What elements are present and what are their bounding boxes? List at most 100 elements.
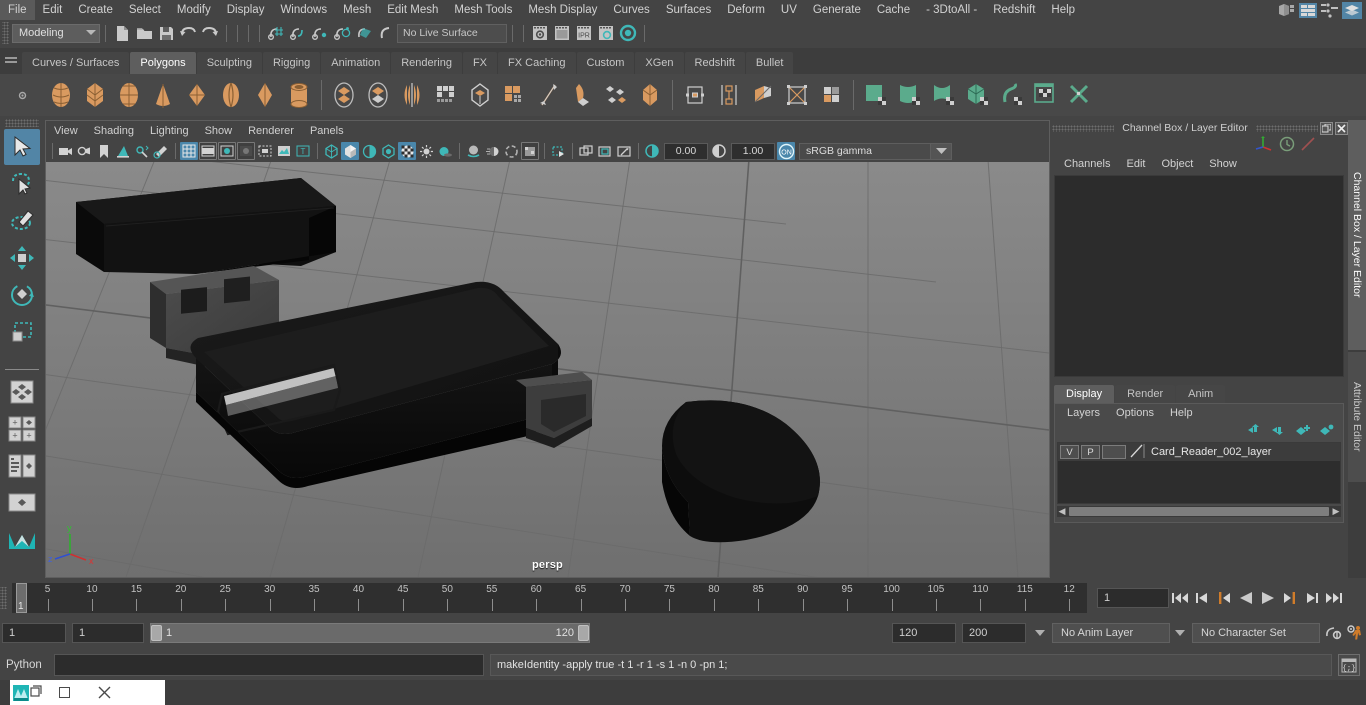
shelf-tab-fx[interactable]: FX [462, 52, 498, 74]
save-scene-icon[interactable] [155, 22, 177, 44]
shelf-tab-polygons[interactable]: Polygons [130, 52, 196, 74]
menu-redshift[interactable]: Redshift [985, 0, 1043, 20]
menu-deform[interactable]: Deform [719, 0, 773, 20]
anim-layer-selector[interactable]: No Anim Layer [1052, 623, 1170, 643]
uv-camera-icon[interactable] [995, 78, 1029, 112]
open-scene-icon[interactable] [133, 22, 155, 44]
color-management-toggle-icon[interactable]: ON [777, 142, 795, 160]
script-editor-icon[interactable]: {;} [1338, 654, 1360, 676]
menu-windows[interactable]: Windows [272, 0, 335, 20]
hypershade-icon[interactable] [1276, 1, 1296, 20]
lighting-icon[interactable] [417, 142, 435, 160]
move-layer-up-icon[interactable] [1247, 423, 1263, 439]
step-back-keyframe-icon[interactable] [1191, 587, 1213, 609]
step-forward-frame-icon[interactable] [1279, 587, 1301, 609]
undock-icon[interactable] [1320, 121, 1333, 135]
redshift-render-icon[interactable] [595, 22, 617, 44]
field-chart-icon[interactable]: T [294, 142, 312, 160]
tab-anim[interactable]: Anim [1176, 385, 1226, 403]
xray-icon[interactable] [549, 142, 567, 160]
poly-mirror-icon[interactable] [395, 78, 429, 112]
layer-list[interactable]: V P Card_Reader_002_layer [1057, 442, 1341, 504]
range-start-handle[interactable] [151, 625, 162, 641]
color-space-dropdown-arrow[interactable] [930, 142, 952, 160]
menu-modify[interactable]: Modify [169, 0, 219, 20]
wireframe-icon[interactable] [322, 142, 340, 160]
xray-joints-icon[interactable] [577, 142, 595, 160]
title-grip-left[interactable] [1052, 124, 1115, 132]
make-live-icon[interactable] [375, 22, 397, 44]
uv-editor-icon[interactable] [1029, 78, 1063, 112]
poly-separate-icon[interactable] [361, 78, 395, 112]
shelf-tab-rendering[interactable]: Rendering [391, 52, 462, 74]
tab-render[interactable]: Render [1115, 385, 1176, 403]
poly-booleans-icon[interactable] [463, 78, 497, 112]
film-gate-icon[interactable] [199, 142, 217, 160]
time-slider-track[interactable]: 1 5 10 15 20 25 30 35 40 45 50 55 60 65 70 75 80 85 90 95 1… [12, 583, 1087, 613]
shelf-tab-redshift[interactable]: Redshift [684, 52, 745, 74]
range-bar[interactable]: 1 120 [150, 623, 590, 643]
character-set-selector[interactable]: No Character Set [1192, 623, 1320, 643]
hypershade-render-icon[interactable] [617, 22, 639, 44]
channel-box-menu-edit[interactable]: Edit [1118, 158, 1153, 170]
select-tool[interactable] [4, 129, 40, 165]
scroll-left-icon[interactable]: ◀ [1057, 506, 1067, 517]
grease-pencil-icon[interactable] [152, 142, 170, 160]
current-time-indicator[interactable]: 1 [16, 583, 27, 613]
uv-cylindrical-icon[interactable] [893, 78, 927, 112]
render-current-frame-icon[interactable] [529, 22, 551, 44]
poly-reduce-icon[interactable] [497, 78, 531, 112]
viewport-menu-lighting[interactable]: Lighting [142, 125, 197, 137]
render-settings-icon[interactable]: IPR [573, 22, 595, 44]
menu-file[interactable]: File [0, 0, 35, 20]
snap-to-projected-center-icon[interactable] [331, 22, 353, 44]
menu-surfaces[interactable]: Surfaces [658, 0, 719, 20]
playback-start-time-field[interactable]: 1 [72, 623, 144, 643]
channel-box-attribute-list[interactable] [1054, 175, 1344, 377]
outliner-icon[interactable] [1298, 1, 1318, 20]
tab-display[interactable]: Display [1054, 385, 1115, 403]
layer-visibility-toggle[interactable]: V [1060, 445, 1079, 459]
animation-end-time-field[interactable]: 200 [962, 623, 1026, 643]
motion-blur-icon[interactable] [483, 142, 501, 160]
current-frame-field[interactable]: 1 [1097, 588, 1169, 608]
poly-wedge-icon[interactable] [712, 78, 746, 112]
range-end-handle[interactable] [578, 625, 589, 641]
resolution-gate-icon[interactable] [218, 142, 236, 160]
maya-app-icon[interactable] [10, 680, 44, 705]
xray-active-components-icon[interactable] [596, 142, 614, 160]
restore-button[interactable] [44, 680, 84, 705]
persp-graph-layout[interactable] [4, 448, 40, 484]
multisample-icon[interactable] [502, 142, 520, 160]
ambient-occlusion-icon[interactable] [464, 142, 482, 160]
viewport-snapshot-icon[interactable] [615, 142, 633, 160]
close-icon[interactable] [1335, 121, 1348, 135]
poly-quad-draw-icon[interactable] [746, 78, 780, 112]
step-forward-keyframe-icon[interactable] [1301, 587, 1323, 609]
poly-prism-icon[interactable] [248, 78, 282, 112]
menu-mesh-tools[interactable]: Mesh Tools [446, 0, 520, 20]
step-back-frame-icon[interactable] [1213, 587, 1235, 609]
uv-spherical-icon[interactable] [927, 78, 961, 112]
menu-cache[interactable]: Cache [869, 0, 918, 20]
layer-menu-options[interactable]: Options [1108, 407, 1162, 419]
toolbox-grip[interactable] [5, 119, 39, 127]
exposure-value[interactable]: 0.00 [664, 142, 708, 160]
menu-3dtoall[interactable]: - 3DtoAll - [918, 0, 985, 20]
menu-curves[interactable]: Curves [605, 0, 657, 20]
undo-icon[interactable] [177, 22, 199, 44]
snap-to-curve-icon[interactable] [287, 22, 309, 44]
axis-gizmo-icon[interactable] [1254, 135, 1274, 155]
channel-box-menu-object[interactable]: Object [1153, 158, 1201, 170]
scroll-right-icon[interactable]: ▶ [1331, 506, 1341, 517]
snap-to-view-plane-icon[interactable] [353, 22, 375, 44]
paint-select-tool[interactable] [4, 203, 40, 239]
play-forwards-icon[interactable] [1257, 587, 1279, 609]
command-language-label[interactable]: Python [6, 659, 54, 671]
close-button[interactable] [84, 680, 124, 705]
shelf-options-gear-icon[interactable] [0, 74, 44, 116]
safe-action-icon[interactable] [275, 142, 293, 160]
layer-menu-help[interactable]: Help [1162, 407, 1201, 419]
uv-automatic-icon[interactable] [961, 78, 995, 112]
snap-to-point-icon[interactable] [309, 22, 331, 44]
